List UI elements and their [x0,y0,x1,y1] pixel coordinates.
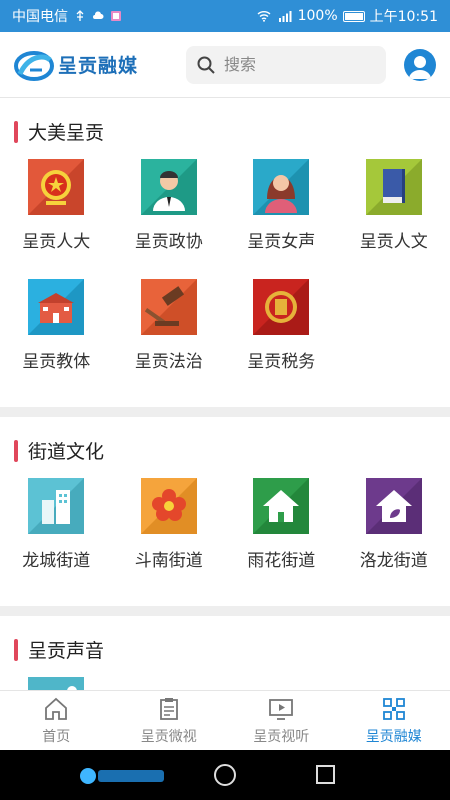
user-icon [409,55,431,79]
grid-item-fazhi[interactable]: 呈贡法治 [113,279,226,399]
grid-item-label: 雨花街道 [247,551,316,571]
signal-icon [278,11,292,22]
section-title: 街道文化 [0,437,450,464]
tab-rongmei[interactable]: 呈贡融媒 [338,691,450,750]
grid-item-label: 呈贡税务 [247,352,316,372]
tab-label: 呈贡视听 [253,728,310,745]
system-nav-bar [0,750,450,800]
logo-text: 呈贡融媒 [58,55,139,77]
grid-item-label: 呈贡法治 [134,352,203,372]
grid-item-dounan[interactable]: 斗南街道 [113,478,226,598]
search-box[interactable] [186,45,387,84]
avatar[interactable] [404,48,436,81]
grid-item-shuiwu[interactable]: 呈贡税务 [225,279,338,399]
icon-grid: 呈贡人大 呈贡政协 呈贡女声 呈贡人文 呈贡教体 呈贡法治 呈贡税务 [0,159,450,399]
grid-item-label: 呈贡女声 [247,232,316,252]
section-title: 大美呈贡 [0,118,450,145]
grid-item-zhengxie[interactable]: 呈贡政协 [113,159,226,279]
flower-icon [140,478,197,534]
search-input[interactable] [224,55,365,74]
section-title-bar [14,439,18,462]
battery-percent: 100% [297,8,338,24]
grid-item-label: 洛龙街道 [359,551,428,571]
bottom-nav: 首页 呈贡微视 呈贡视听 呈贡融媒 [0,690,450,750]
section-title-bar [14,638,18,661]
app-logo[interactable]: 呈贡融媒 [14,48,138,82]
battery-icon [342,10,365,22]
grid-item-renwen[interactable]: 呈贡人文 [338,159,450,279]
section-title-text: 大美呈贡 [28,122,105,144]
tab-label: 呈贡融媒 [365,728,422,745]
search-icon [197,56,215,74]
usb-icon [76,10,84,21]
grid-item-shengyin[interactable] [0,677,113,690]
grid-item-jiaoti[interactable]: 呈贡教体 [0,279,113,399]
cloud-icon [93,11,104,19]
landscape-icon [28,677,85,690]
system-recents-button[interactable] [316,765,335,784]
section-title-text: 街道文化 [28,441,105,463]
grid-item-renda[interactable]: 呈贡人大 [0,159,113,279]
tab-label: 呈贡微视 [140,728,197,745]
grid-item-nvsheng[interactable]: 呈贡女声 [225,159,338,279]
status-bar: 中国电信 100% 上午10:51 [0,0,450,32]
book-icon [365,159,422,215]
grid-item-luolong[interactable]: 洛龙街道 [338,478,450,598]
woman-icon [253,159,310,215]
clock: 上午10:51 [369,9,438,25]
section-jiedao-wenhua: 街道文化 龙城街道 斗南街道 雨花街道 洛龙街道 [0,417,450,606]
official-icon [140,159,197,215]
grid-icon [382,697,405,720]
app-header: 呈贡融媒 [0,32,450,98]
section-title-bar [14,120,18,143]
gavel-icon [140,279,197,335]
watermark-logo-icon [80,768,164,784]
grid-item-label: 呈贡人大 [22,232,91,252]
house-icon [253,478,310,534]
section-title: 呈贡声音 [0,636,450,663]
notification-icon [111,11,121,21]
grid-item-label: 呈贡政协 [134,232,203,252]
grid-item-label: 斗南街道 [134,551,203,571]
tab-home[interactable]: 首页 [0,691,113,750]
grid-item-yuhua[interactable]: 雨花街道 [225,478,338,598]
tax-emblem-icon [253,279,310,335]
emblem-icon [28,159,85,215]
grid-item-label: 呈贡教体 [22,352,91,372]
icon-grid [0,677,450,690]
home-icon [45,697,68,720]
logo-mark-icon [14,50,54,81]
tab-shiting[interactable]: 呈贡视听 [225,691,338,750]
tab-weishi[interactable]: 呈贡微视 [113,691,226,750]
tab-label: 首页 [42,728,71,745]
school-icon [28,279,85,335]
section-chenggong-shengyin: 呈贡声音 [0,616,450,690]
section-damei-chenggong: 大美呈贡 呈贡人大 呈贡政协 呈贡女声 呈贡人文 呈贡教体 呈贡法治 呈贡税务 [0,98,450,407]
main-content: 大美呈贡 呈贡人大 呈贡政协 呈贡女声 呈贡人文 呈贡教体 呈贡法治 呈贡税务 … [0,98,450,690]
icon-grid: 龙城街道 斗南街道 雨花街道 洛龙街道 [0,478,450,598]
buildings-icon [28,478,85,534]
grid-item-label: 龙城街道 [22,551,91,571]
video-screen-icon [269,698,294,720]
eco-house-icon [365,478,422,534]
clipboard-icon [159,697,178,720]
system-home-button[interactable] [214,764,236,786]
grid-item-longcheng[interactable]: 龙城街道 [0,478,113,598]
wifi-icon [257,11,271,22]
grid-item-label: 呈贡人文 [359,232,428,252]
section-title-text: 呈贡声音 [28,640,105,662]
carrier-label: 中国电信 [12,9,68,25]
